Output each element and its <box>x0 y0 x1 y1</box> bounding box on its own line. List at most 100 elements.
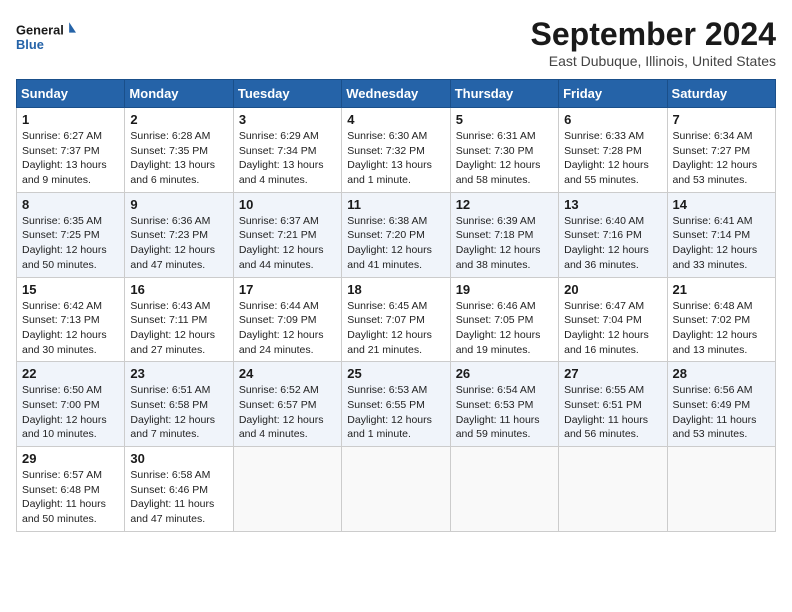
cell-content: Sunrise: 6:33 AMSunset: 7:28 PMDaylight:… <box>564 129 661 188</box>
day-number: 11 <box>347 197 444 212</box>
cell-content: Sunrise: 6:37 AMSunset: 7:21 PMDaylight:… <box>239 214 336 273</box>
day-number: 19 <box>456 282 553 297</box>
calendar-cell: 7 Sunrise: 6:34 AMSunset: 7:27 PMDaylight… <box>667 108 775 193</box>
calendar-cell: 18 Sunrise: 6:45 AMSunset: 7:07 PMDayligh… <box>342 277 450 362</box>
cell-content: Sunrise: 6:53 AMSunset: 6:55 PMDaylight:… <box>347 383 444 442</box>
cell-content: Sunrise: 6:46 AMSunset: 7:05 PMDaylight:… <box>456 299 553 358</box>
day-number: 21 <box>673 282 770 297</box>
calendar-table: SundayMondayTuesdayWednesdayThursdayFrid… <box>16 79 776 532</box>
calendar-cell: 13 Sunrise: 6:40 AMSunset: 7:16 PMDayligh… <box>559 192 667 277</box>
calendar-header-saturday: Saturday <box>667 80 775 108</box>
cell-content: Sunrise: 6:58 AMSunset: 6:46 PMDaylight:… <box>130 468 227 527</box>
cell-content: Sunrise: 6:31 AMSunset: 7:30 PMDaylight:… <box>456 129 553 188</box>
calendar-cell: 26Sunrise: 6:54 AMSunset: 6:53 PMDayligh… <box>450 362 558 447</box>
calendar-header-row: SundayMondayTuesdayWednesdayThursdayFrid… <box>17 80 776 108</box>
day-number: 7 <box>673 112 770 127</box>
day-number: 22 <box>22 366 119 381</box>
calendar-cell <box>342 447 450 532</box>
calendar-cell: 5 Sunrise: 6:31 AMSunset: 7:30 PMDaylight… <box>450 108 558 193</box>
location: East Dubuque, Illinois, United States <box>531 53 776 69</box>
cell-content: Sunrise: 6:56 AMSunset: 6:49 PMDaylight:… <box>673 383 770 442</box>
calendar-cell: 2 Sunrise: 6:28 AMSunset: 7:35 PMDaylight… <box>125 108 233 193</box>
calendar-week-row: 29 Sunrise: 6:57 AMSunset: 6:48 PMDayligh… <box>17 447 776 532</box>
calendar-week-row: 15Sunrise: 6:42 AMSunset: 7:13 PMDayligh… <box>17 277 776 362</box>
day-number: 10 <box>239 197 336 212</box>
calendar-week-row: 1 Sunrise: 6:27 AMSunset: 7:37 PMDaylight… <box>17 108 776 193</box>
day-number: 4 <box>347 112 444 127</box>
calendar-cell <box>667 447 775 532</box>
calendar-cell: 8Sunrise: 6:35 AMSunset: 7:25 PMDaylight… <box>17 192 125 277</box>
calendar-cell: 10 Sunrise: 6:37 AMSunset: 7:21 PMDayligh… <box>233 192 341 277</box>
calendar-cell: 14 Sunrise: 6:41 AMSunset: 7:14 PMDayligh… <box>667 192 775 277</box>
logo-svg: General Blue <box>16 16 76 56</box>
day-number: 17 <box>239 282 336 297</box>
calendar-cell: 6 Sunrise: 6:33 AMSunset: 7:28 PMDaylight… <box>559 108 667 193</box>
cell-content: Sunrise: 6:48 AMSunset: 7:02 PMDaylight:… <box>673 299 770 358</box>
day-number: 3 <box>239 112 336 127</box>
cell-content: Sunrise: 6:47 AMSunset: 7:04 PMDaylight:… <box>564 299 661 358</box>
calendar-cell <box>233 447 341 532</box>
calendar-cell: 23Sunrise: 6:51 AMSunset: 6:58 PMDayligh… <box>125 362 233 447</box>
day-number: 30 <box>130 451 227 466</box>
cell-content: Sunrise: 6:57 AMSunset: 6:48 PMDaylight:… <box>22 468 119 527</box>
day-number: 14 <box>673 197 770 212</box>
day-number: 23 <box>130 366 227 381</box>
day-number: 2 <box>130 112 227 127</box>
calendar-header-friday: Friday <box>559 80 667 108</box>
day-number: 5 <box>456 112 553 127</box>
cell-content: Sunrise: 6:39 AMSunset: 7:18 PMDaylight:… <box>456 214 553 273</box>
cell-content: Sunrise: 6:45 AMSunset: 7:07 PMDaylight:… <box>347 299 444 358</box>
day-number: 6 <box>564 112 661 127</box>
cell-content: Sunrise: 6:29 AMSunset: 7:34 PMDaylight:… <box>239 129 336 188</box>
day-number: 27 <box>564 366 661 381</box>
calendar-cell <box>450 447 558 532</box>
calendar-header-tuesday: Tuesday <box>233 80 341 108</box>
cell-content: Sunrise: 6:42 AMSunset: 7:13 PMDaylight:… <box>22 299 119 358</box>
day-number: 9 <box>130 197 227 212</box>
cell-content: Sunrise: 6:52 AMSunset: 6:57 PMDaylight:… <box>239 383 336 442</box>
cell-content: Sunrise: 6:27 AMSunset: 7:37 PMDaylight:… <box>22 129 119 188</box>
calendar-cell: 12 Sunrise: 6:39 AMSunset: 7:18 PMDayligh… <box>450 192 558 277</box>
calendar-cell: 1 Sunrise: 6:27 AMSunset: 7:37 PMDaylight… <box>17 108 125 193</box>
cell-content: Sunrise: 6:30 AMSunset: 7:32 PMDaylight:… <box>347 129 444 188</box>
calendar-cell: 15Sunrise: 6:42 AMSunset: 7:13 PMDayligh… <box>17 277 125 362</box>
calendar-header-wednesday: Wednesday <box>342 80 450 108</box>
calendar-header-thursday: Thursday <box>450 80 558 108</box>
calendar-cell: 27 Sunrise: 6:55 AMSunset: 6:51 PMDayligh… <box>559 362 667 447</box>
day-number: 18 <box>347 282 444 297</box>
cell-content: Sunrise: 6:28 AMSunset: 7:35 PMDaylight:… <box>130 129 227 188</box>
svg-text:Blue: Blue <box>16 37 44 52</box>
calendar-cell: 16Sunrise: 6:43 AMSunset: 7:11 PMDayligh… <box>125 277 233 362</box>
cell-content: Sunrise: 6:36 AMSunset: 7:23 PMDaylight:… <box>130 214 227 273</box>
calendar-week-row: 22 Sunrise: 6:50 AMSunset: 7:00 PMDayligh… <box>17 362 776 447</box>
calendar-header-sunday: Sunday <box>17 80 125 108</box>
cell-content: Sunrise: 6:34 AMSunset: 7:27 PMDaylight:… <box>673 129 770 188</box>
title-block: September 2024 East Dubuque, Illinois, U… <box>531 16 776 69</box>
calendar-cell: 19 Sunrise: 6:46 AMSunset: 7:05 PMDayligh… <box>450 277 558 362</box>
day-number: 1 <box>22 112 119 127</box>
calendar-cell: 3 Sunrise: 6:29 AMSunset: 7:34 PMDaylight… <box>233 108 341 193</box>
calendar-week-row: 8Sunrise: 6:35 AMSunset: 7:25 PMDaylight… <box>17 192 776 277</box>
cell-content: Sunrise: 6:55 AMSunset: 6:51 PMDaylight:… <box>564 383 661 442</box>
day-number: 24 <box>239 366 336 381</box>
calendar-cell <box>559 447 667 532</box>
calendar-cell: 29 Sunrise: 6:57 AMSunset: 6:48 PMDayligh… <box>17 447 125 532</box>
calendar-cell: 11Sunrise: 6:38 AMSunset: 7:20 PMDayligh… <box>342 192 450 277</box>
calendar-cell: 30 Sunrise: 6:58 AMSunset: 6:46 PMDayligh… <box>125 447 233 532</box>
day-number: 8 <box>22 197 119 212</box>
calendar-cell: 20Sunrise: 6:47 AMSunset: 7:04 PMDayligh… <box>559 277 667 362</box>
calendar-cell: 4 Sunrise: 6:30 AMSunset: 7:32 PMDaylight… <box>342 108 450 193</box>
calendar-cell: 22 Sunrise: 6:50 AMSunset: 7:00 PMDayligh… <box>17 362 125 447</box>
day-number: 12 <box>456 197 553 212</box>
page-header: General Blue September 2024 East Dubuque… <box>16 16 776 69</box>
day-number: 13 <box>564 197 661 212</box>
calendar-cell: 9 Sunrise: 6:36 AMSunset: 7:23 PMDaylight… <box>125 192 233 277</box>
logo: General Blue <box>16 16 76 56</box>
day-number: 26 <box>456 366 553 381</box>
cell-content: Sunrise: 6:41 AMSunset: 7:14 PMDaylight:… <box>673 214 770 273</box>
calendar-cell: 28Sunrise: 6:56 AMSunset: 6:49 PMDayligh… <box>667 362 775 447</box>
calendar-cell: 25Sunrise: 6:53 AMSunset: 6:55 PMDayligh… <box>342 362 450 447</box>
cell-content: Sunrise: 6:40 AMSunset: 7:16 PMDaylight:… <box>564 214 661 273</box>
cell-content: Sunrise: 6:50 AMSunset: 7:00 PMDaylight:… <box>22 383 119 442</box>
day-number: 29 <box>22 451 119 466</box>
